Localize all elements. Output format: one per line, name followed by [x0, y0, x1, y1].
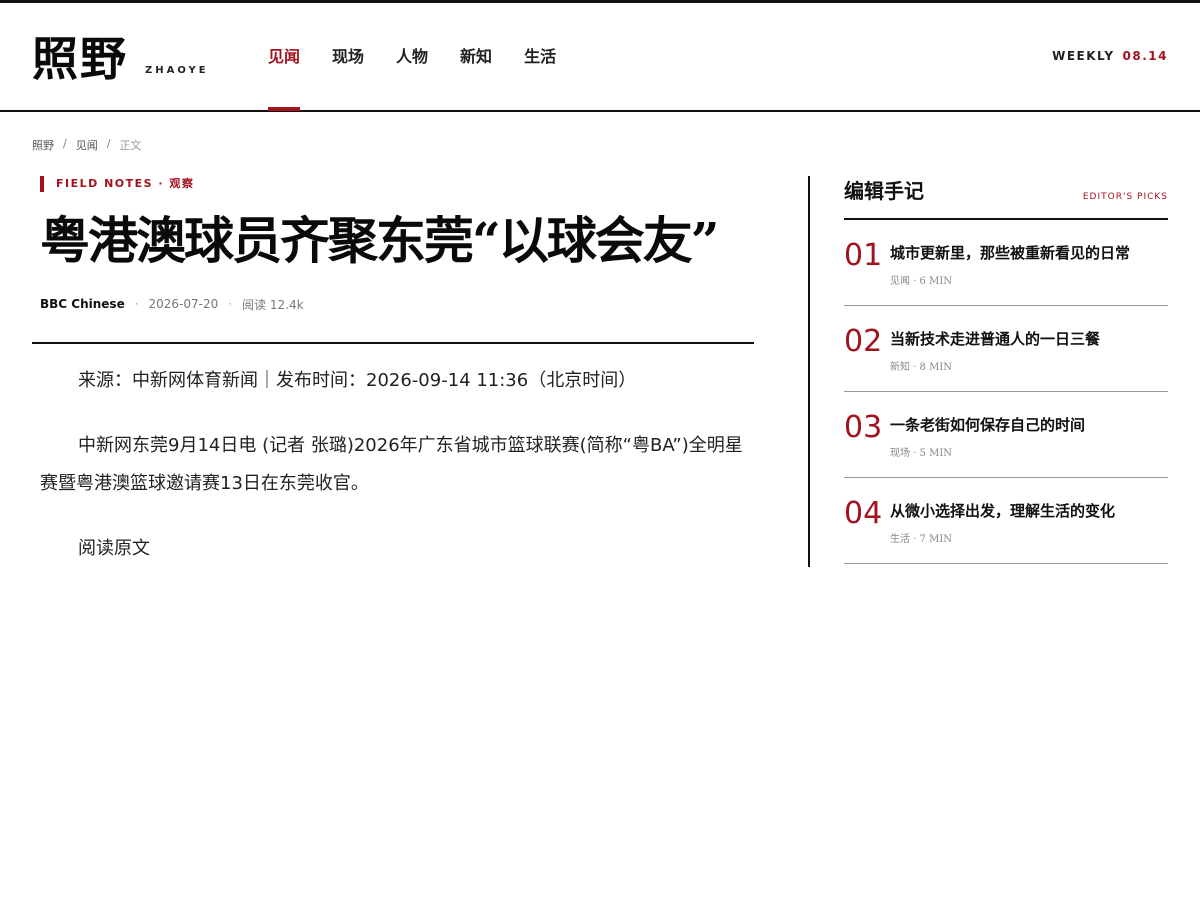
- breadcrumb-separator: /: [106, 137, 111, 150]
- nav-item-xianchang[interactable]: 现场: [316, 3, 380, 110]
- weekly-label: WEEKLY: [1052, 49, 1115, 63]
- pick-title[interactable]: 城市更新里，那些被重新看见的日常: [890, 242, 1130, 264]
- breadcrumb-separator: /: [63, 137, 67, 150]
- breadcrumb-current: 正文: [119, 139, 142, 152]
- sidebar-tag: EDITOR'S PICKS: [1082, 192, 1168, 202]
- article-author[interactable]: BBC Chinese: [40, 297, 125, 311]
- pick-item[interactable]: 04 从微小选择出发，理解生活的变化 生活 · 7 MIN: [844, 478, 1168, 564]
- site-logo-subtitle: ZHAOYE: [145, 65, 209, 76]
- pick-number: 03: [844, 410, 883, 445]
- masthead: 照野 ZHAOYE 见闻 现场 人物 新知 生活 WEEKLY 08.14: [0, 3, 1200, 112]
- pick-meta: 新知 · 8 MIN: [890, 362, 953, 373]
- article-reads: 阅读 12.4k: [242, 297, 304, 312]
- pick-number: 04: [844, 496, 883, 531]
- pick-number: 01: [844, 238, 883, 273]
- pick-title[interactable]: 一条老街如何保存自己的时间: [890, 414, 1085, 436]
- article: FIELD NOTES · 观察 粤港澳球员齐聚东莞“以球会友” BBC Chi…: [32, 176, 754, 595]
- pick-meta: 生活 · 7 MIN: [890, 534, 953, 545]
- pick-number: 02: [844, 324, 883, 359]
- article-paragraph: 中新网东莞9月14日电 (记者 张璐)2026年广东省城市篮球联赛(简称“粤BA…: [40, 435, 743, 494]
- pick-item[interactable]: 03 一条老街如何保存自己的时间 现场 · 5 MIN: [844, 392, 1168, 478]
- breadcrumb-home[interactable]: 照野: [32, 137, 54, 153]
- pick-item[interactable]: 01 城市更新里，那些被重新看见的日常 见闻 · 6 MIN: [844, 220, 1168, 306]
- pick-title[interactable]: 从微小选择出发，理解生活的变化: [890, 500, 1115, 522]
- nav-item-renwu[interactable]: 人物: [380, 3, 444, 110]
- pick-title[interactable]: 当新技术走进普通人的一日三餐: [890, 328, 1100, 350]
- pick-meta: 现场 · 5 MIN: [890, 448, 953, 459]
- article-kicker: FIELD NOTES · 观察: [40, 176, 762, 192]
- article-date: 2026-07-20: [148, 297, 219, 311]
- nav-item-xinzhi[interactable]: 新知: [444, 3, 508, 110]
- read-original-link[interactable]: 阅读原文: [40, 530, 754, 568]
- meta-separator: ·: [228, 297, 233, 311]
- nav-item-jianwen[interactable]: 见闻: [252, 3, 316, 111]
- pick-item[interactable]: 02 当新技术走进普通人的一日三餐 新知 · 8 MIN: [844, 306, 1168, 392]
- column-divider: [808, 176, 810, 567]
- main-nav: 见闻 现场 人物 新知 生活: [252, 3, 572, 111]
- article-divider: [32, 342, 754, 344]
- nav-item-shenghuo[interactable]: 生活: [508, 3, 572, 110]
- article-headline: 粤港澳球员齐聚东莞“以球会友”: [40, 211, 720, 270]
- meta-separator: ·: [134, 297, 139, 311]
- breadcrumb: 照野 / 见闻 / 正文: [32, 137, 141, 153]
- article-meta: BBC Chinese · 2026-07-20 · 阅读 12.4k: [40, 294, 754, 314]
- article-source-line: 来源：中新网体育新闻｜发布时间：2026-09-14 11:36（北京时间）: [78, 370, 637, 391]
- site-logo[interactable]: 照野: [32, 31, 128, 87]
- sidebar-title: 编辑手记: [844, 179, 924, 203]
- weekly-issue: WEEKLY 08.14: [1052, 49, 1168, 63]
- weekly-date: 08.14: [1122, 49, 1168, 63]
- breadcrumb-section[interactable]: 见闻: [76, 137, 98, 153]
- editors-picks-sidebar: 编辑手记 EDITOR'S PICKS 01 城市更新里，那些被重新看见的日常 …: [844, 176, 1168, 564]
- sidebar-header: 编辑手记 EDITOR'S PICKS: [844, 176, 1168, 220]
- pick-meta: 见闻 · 6 MIN: [890, 276, 953, 287]
- article-body: 来源：中新网体育新闻｜发布时间：2026-09-14 11:36（北京时间） 中…: [40, 362, 754, 568]
